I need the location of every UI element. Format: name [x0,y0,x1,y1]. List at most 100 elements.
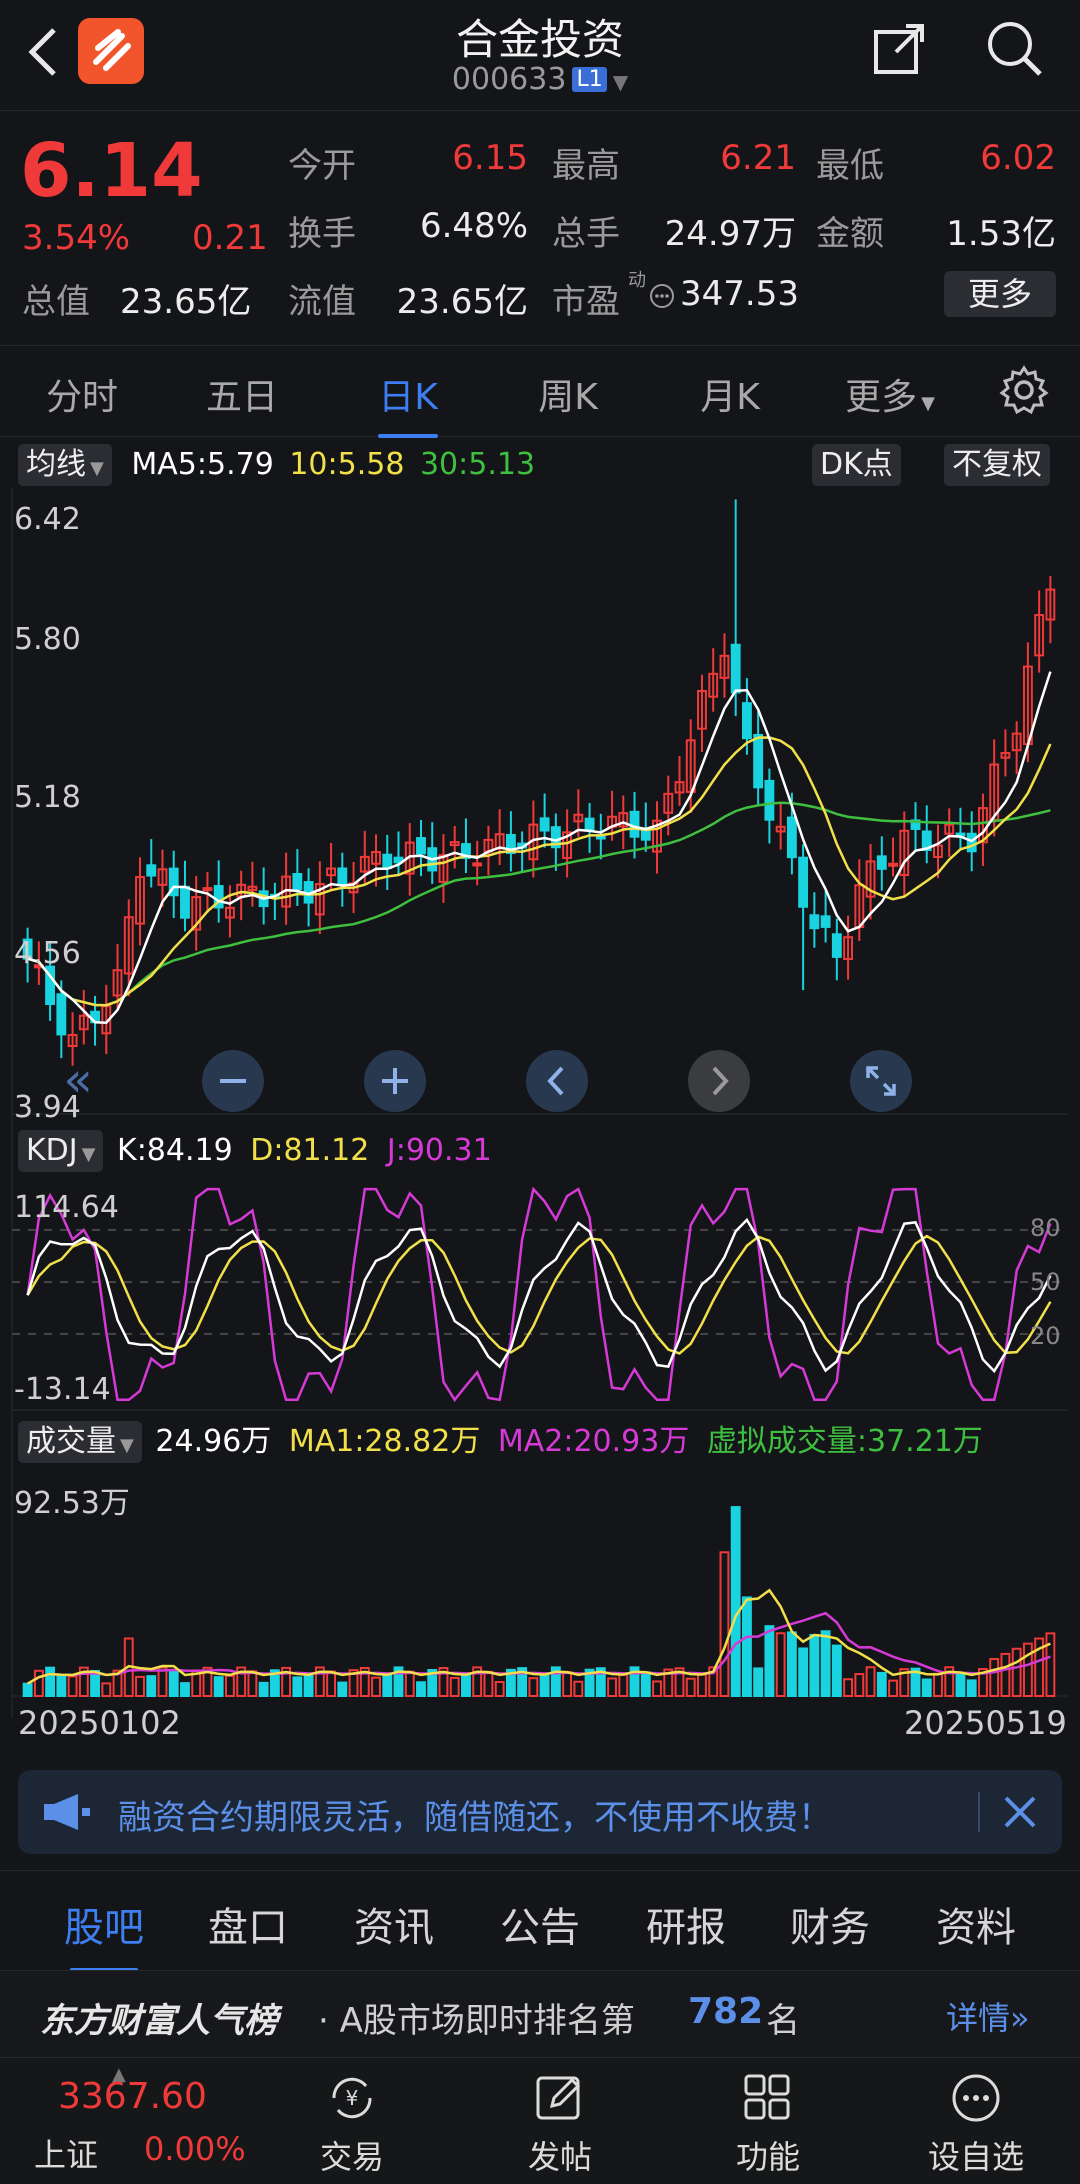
no-adjust-button[interactable]: 不复权 [944,444,1050,486]
zoom-in-button[interactable] [364,1050,426,1112]
content-tabs: 股吧 盘口 资讯 公告 研报 财务 资料 [0,1870,1080,1973]
nav-post[interactable]: 发帖 [490,2058,630,2178]
volume-bar [528,1677,539,1698]
total-value-label: 总值 [22,282,90,322]
kdj-k-value: K:84.19 [117,1133,233,1168]
next-button[interactable] [688,1050,750,1112]
ma-selector[interactable]: 均线 ▼ [18,444,112,486]
candle [786,816,797,859]
kdj-ref-tick: 20 [1030,1322,1061,1350]
tab-finance[interactable]: 财务 [790,1895,870,1953]
volume-bar [483,1670,494,1698]
tab-weekly-k[interactable]: 周K [498,368,638,420]
x-end-date: 20250519 [904,1704,1067,1742]
tab-five-day[interactable]: 五日 [172,368,312,420]
kdj-ref-tick: 50 [1030,1268,1061,1296]
price-axis-tick: 5.18 [14,780,81,815]
volume-ma2: MA2:20.93万 [497,1424,690,1459]
volume-bar [966,1679,977,1698]
zoom-out-button[interactable] [202,1050,264,1112]
fullscreen-button[interactable] [850,1050,912,1112]
prev-button[interactable] [526,1050,588,1112]
turnover-label: 换手 [288,214,356,254]
volume-bar [719,1551,730,1697]
promo-text: 融资合约期限灵活，随借随还，不使用不收费！ [118,1798,832,1838]
tab-profile[interactable]: 资料 [936,1895,1016,1953]
pe-label: 市盈 [552,282,620,322]
kdj-k-line [26,1217,1052,1374]
price-axis-tick: 5.80 [14,622,81,657]
turnover-value: 6.48% [419,206,528,246]
settings-gear-icon[interactable] [998,364,1050,416]
popularity-rank-bar[interactable]: 东方财富人气榜 · A股市场即时排名第 782 名 详情» [0,1970,1080,2058]
tab-news[interactable]: 资讯 [354,1895,434,1953]
kdj-selector[interactable]: KDJ ▼ [18,1130,104,1172]
share-icon[interactable] [872,20,928,76]
volume-bar [33,1669,44,1698]
scroll-left-fast-icon[interactable]: « [48,1050,108,1110]
index-widget[interactable]: ▲ 3367.60 上证 0.00% [0,2058,250,2184]
float-value-label: 流值 [288,282,356,322]
volume-bar [449,1676,460,1698]
last-price: 6.14 [20,128,203,214]
tab-guba[interactable]: 股吧 [64,1895,144,1973]
tab-monthly-k[interactable]: 月K [660,368,800,420]
kline-chart-area[interactable] [0,488,1080,1760]
tab-research[interactable]: 研报 [646,1895,726,1953]
pe-info-icon[interactable] [648,282,676,310]
dropdown-arrow-icon: ▼ [81,1144,96,1165]
tab-intraday[interactable]: 分时 [12,368,152,420]
close-icon[interactable] [998,1790,1042,1834]
candle [876,855,887,870]
ma10-value: 10:5.58 [289,447,405,482]
volume-bar [146,1675,157,1698]
rank-number: 782 [688,1991,764,2032]
change-amount: 0.21 [192,218,268,258]
tab-pankou[interactable]: 盘口 [208,1895,288,1953]
more-quote-button[interactable]: 更多 [944,271,1056,317]
rank-detail-label: 详情 [946,1999,1011,2037]
double-chevron-right-icon: » [1010,1999,1030,2037]
volume-axis-tick: 92.53万 [14,1486,130,1521]
index-value: 3367.60 [58,2076,207,2117]
volume-bar [573,1680,584,1697]
caret-down-icon: ▼ [921,393,935,414]
candle [629,810,640,838]
header: 合金投资 000633 L1 ▼ [0,0,1080,111]
volume-bar [22,1682,33,1698]
volume-bar [1011,1647,1022,1698]
candle [472,862,483,867]
stock-code-text: 000633 [451,62,567,97]
level-tag: L1 [572,67,607,92]
tab-announcements[interactable]: 公告 [500,1895,580,1953]
volume-selector[interactable]: 成交量 ▼ [18,1421,142,1463]
volume-bar [921,1678,932,1698]
tab-daily-k[interactable]: 日K [338,368,478,438]
ma10-line [27,736,1052,1007]
volume-bar [494,1681,505,1697]
megaphone-icon [42,1790,94,1834]
search-icon[interactable] [984,18,1044,78]
open-value: 6.15 [452,138,528,178]
tab-more[interactable]: 更多 ▼ [820,368,960,420]
volume-bar [607,1677,617,1698]
volume-ma1: MA1:28.82万 [288,1424,481,1459]
nav-functions[interactable]: 功能 [698,2058,838,2178]
volume-bar [562,1671,573,1697]
svg-text:¥: ¥ [346,2086,359,2110]
volume-bar [539,1673,550,1697]
rank-detail-link[interactable]: 详情» [946,1993,1030,2039]
dropdown-arrow-icon[interactable]: ▼ [613,70,628,94]
volume-bar [753,1667,764,1697]
volume-bar [292,1676,303,1698]
promo-banner[interactable]: 融资合约期限灵活，随借随还，不使用不收费！ [18,1770,1062,1854]
nav-trade[interactable]: ¥ 交易 [282,2058,422,2178]
volume-bar [741,1596,752,1698]
kdj-j-value: J:90.31 [386,1133,492,1168]
volume-bar [798,1647,809,1698]
amount-label: 金额 [816,214,884,254]
rank-brand: 东方财富人气榜 [40,2001,278,2041]
volume-bar [157,1666,168,1697]
nav-add-watchlist[interactable]: 设自选 [906,2058,1046,2178]
dk-point-button[interactable]: DK点 [812,444,901,486]
